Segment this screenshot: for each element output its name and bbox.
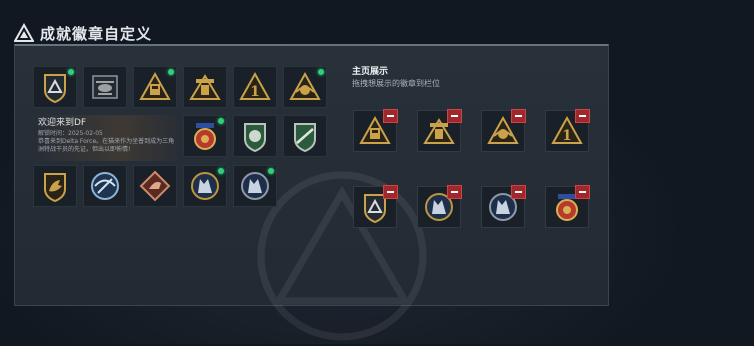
red-diamond-badge-icon [139, 170, 171, 202]
showcase-slot[interactable] [545, 185, 590, 228]
badge-cell[interactable] [33, 66, 77, 108]
badge-info-desc: 恭喜来到Delta Force。在猫来作为坐普到成为三角洲特战干员的先证。但出以… [38, 138, 175, 153]
warrior-triangle-badge-icon [289, 71, 321, 100]
new-indicator [268, 168, 274, 174]
badge-cell[interactable] [283, 66, 327, 108]
remove-badge-button[interactable] [383, 109, 398, 123]
remove-badge-button[interactable] [447, 109, 462, 123]
page-header: 成就徽章自定义 [14, 20, 152, 46]
remove-badge-button[interactable] [511, 185, 526, 199]
minus-icon [515, 115, 522, 117]
remove-badge-button[interactable] [383, 185, 398, 199]
badge-cell[interactable] [183, 165, 227, 207]
helicopter-badge-icon [92, 75, 118, 99]
badge-cell[interactable] [83, 66, 127, 108]
showcase-subtitle: 拖拽想展示的徽章到栏位 [352, 79, 440, 88]
new-indicator [218, 118, 224, 124]
number-one-triangle-badge-icon: 1 [239, 71, 271, 100]
remove-badge-button[interactable] [575, 185, 590, 199]
showcase-slot[interactable] [353, 109, 398, 152]
delta-logo-icon [14, 23, 34, 42]
blue-wolf-round-badge-icon [191, 172, 219, 200]
showcase-slot[interactable] [481, 185, 526, 228]
blue-wings-badge-icon [91, 172, 119, 200]
badge-cell[interactable] [83, 165, 127, 207]
new-indicator [68, 69, 74, 75]
showcase-slot[interactable] [481, 109, 526, 152]
showcase-slot[interactable] [417, 109, 462, 152]
minus-icon [579, 115, 586, 117]
green-shield-badge-icon [244, 123, 266, 153]
rifle-shield-badge-icon [294, 123, 316, 153]
badge-cell[interactable] [133, 165, 177, 207]
remove-badge-button[interactable] [511, 109, 526, 123]
dino-shield-badge-icon [44, 173, 66, 203]
page-title: 成就徽章自定义 [40, 24, 153, 43]
remove-badge-button[interactable] [447, 185, 462, 199]
shield-triangle-badge-icon [44, 74, 66, 104]
badge-cell[interactable] [283, 115, 327, 157]
badge-cell[interactable]: 1 [233, 66, 277, 108]
showcase-slot[interactable] [353, 185, 398, 228]
robot-triangle-badge-icon [139, 71, 171, 100]
showcase-title: 主页展示 [352, 67, 389, 77]
minus-icon [579, 191, 586, 193]
badge-panel: 1 欢迎来到DF 解锁时间：2025-02-05 恭喜来到Delta Force… [14, 44, 609, 341]
new-indicator [218, 168, 224, 174]
svg-text:1: 1 [562, 128, 572, 144]
showcase-slot[interactable]: 1 [545, 109, 590, 152]
minus-icon [387, 115, 394, 117]
badge-cell[interactable] [183, 115, 227, 157]
mech-triangle-badge-icon [189, 74, 221, 100]
badge-info-date: 解锁时间：2025-02-05 [38, 130, 103, 137]
remove-badge-button[interactable] [575, 109, 590, 123]
badge-cell[interactable] [233, 165, 277, 207]
minus-icon [451, 115, 458, 117]
blue-wolf-round-badge-icon [241, 172, 269, 200]
new-indicator [318, 69, 324, 75]
minus-icon [387, 191, 394, 193]
new-indicator [168, 69, 174, 75]
medal-crown-badge-icon [194, 123, 216, 150]
minus-icon [515, 191, 522, 193]
badge-cell[interactable] [133, 66, 177, 108]
showcase-slot[interactable] [417, 185, 462, 228]
badge-info-title: 欢迎来到DF [38, 118, 87, 128]
minus-icon [451, 191, 458, 193]
badge-cell[interactable] [183, 66, 227, 108]
badge-cell[interactable] [33, 165, 77, 207]
showcase-header: 主页展示 拖拽想展示的徽章到栏位 [352, 66, 440, 89]
svg-text:1: 1 [250, 84, 260, 100]
badge-cell[interactable] [233, 115, 277, 157]
badge-info-card: 欢迎来到DF 解锁时间：2025-02-05 恭喜来到Delta Force。在… [33, 115, 181, 161]
badge-collection: 1 欢迎来到DF 解锁时间：2025-02-05 恭喜来到Delta Force… [33, 66, 333, 214]
